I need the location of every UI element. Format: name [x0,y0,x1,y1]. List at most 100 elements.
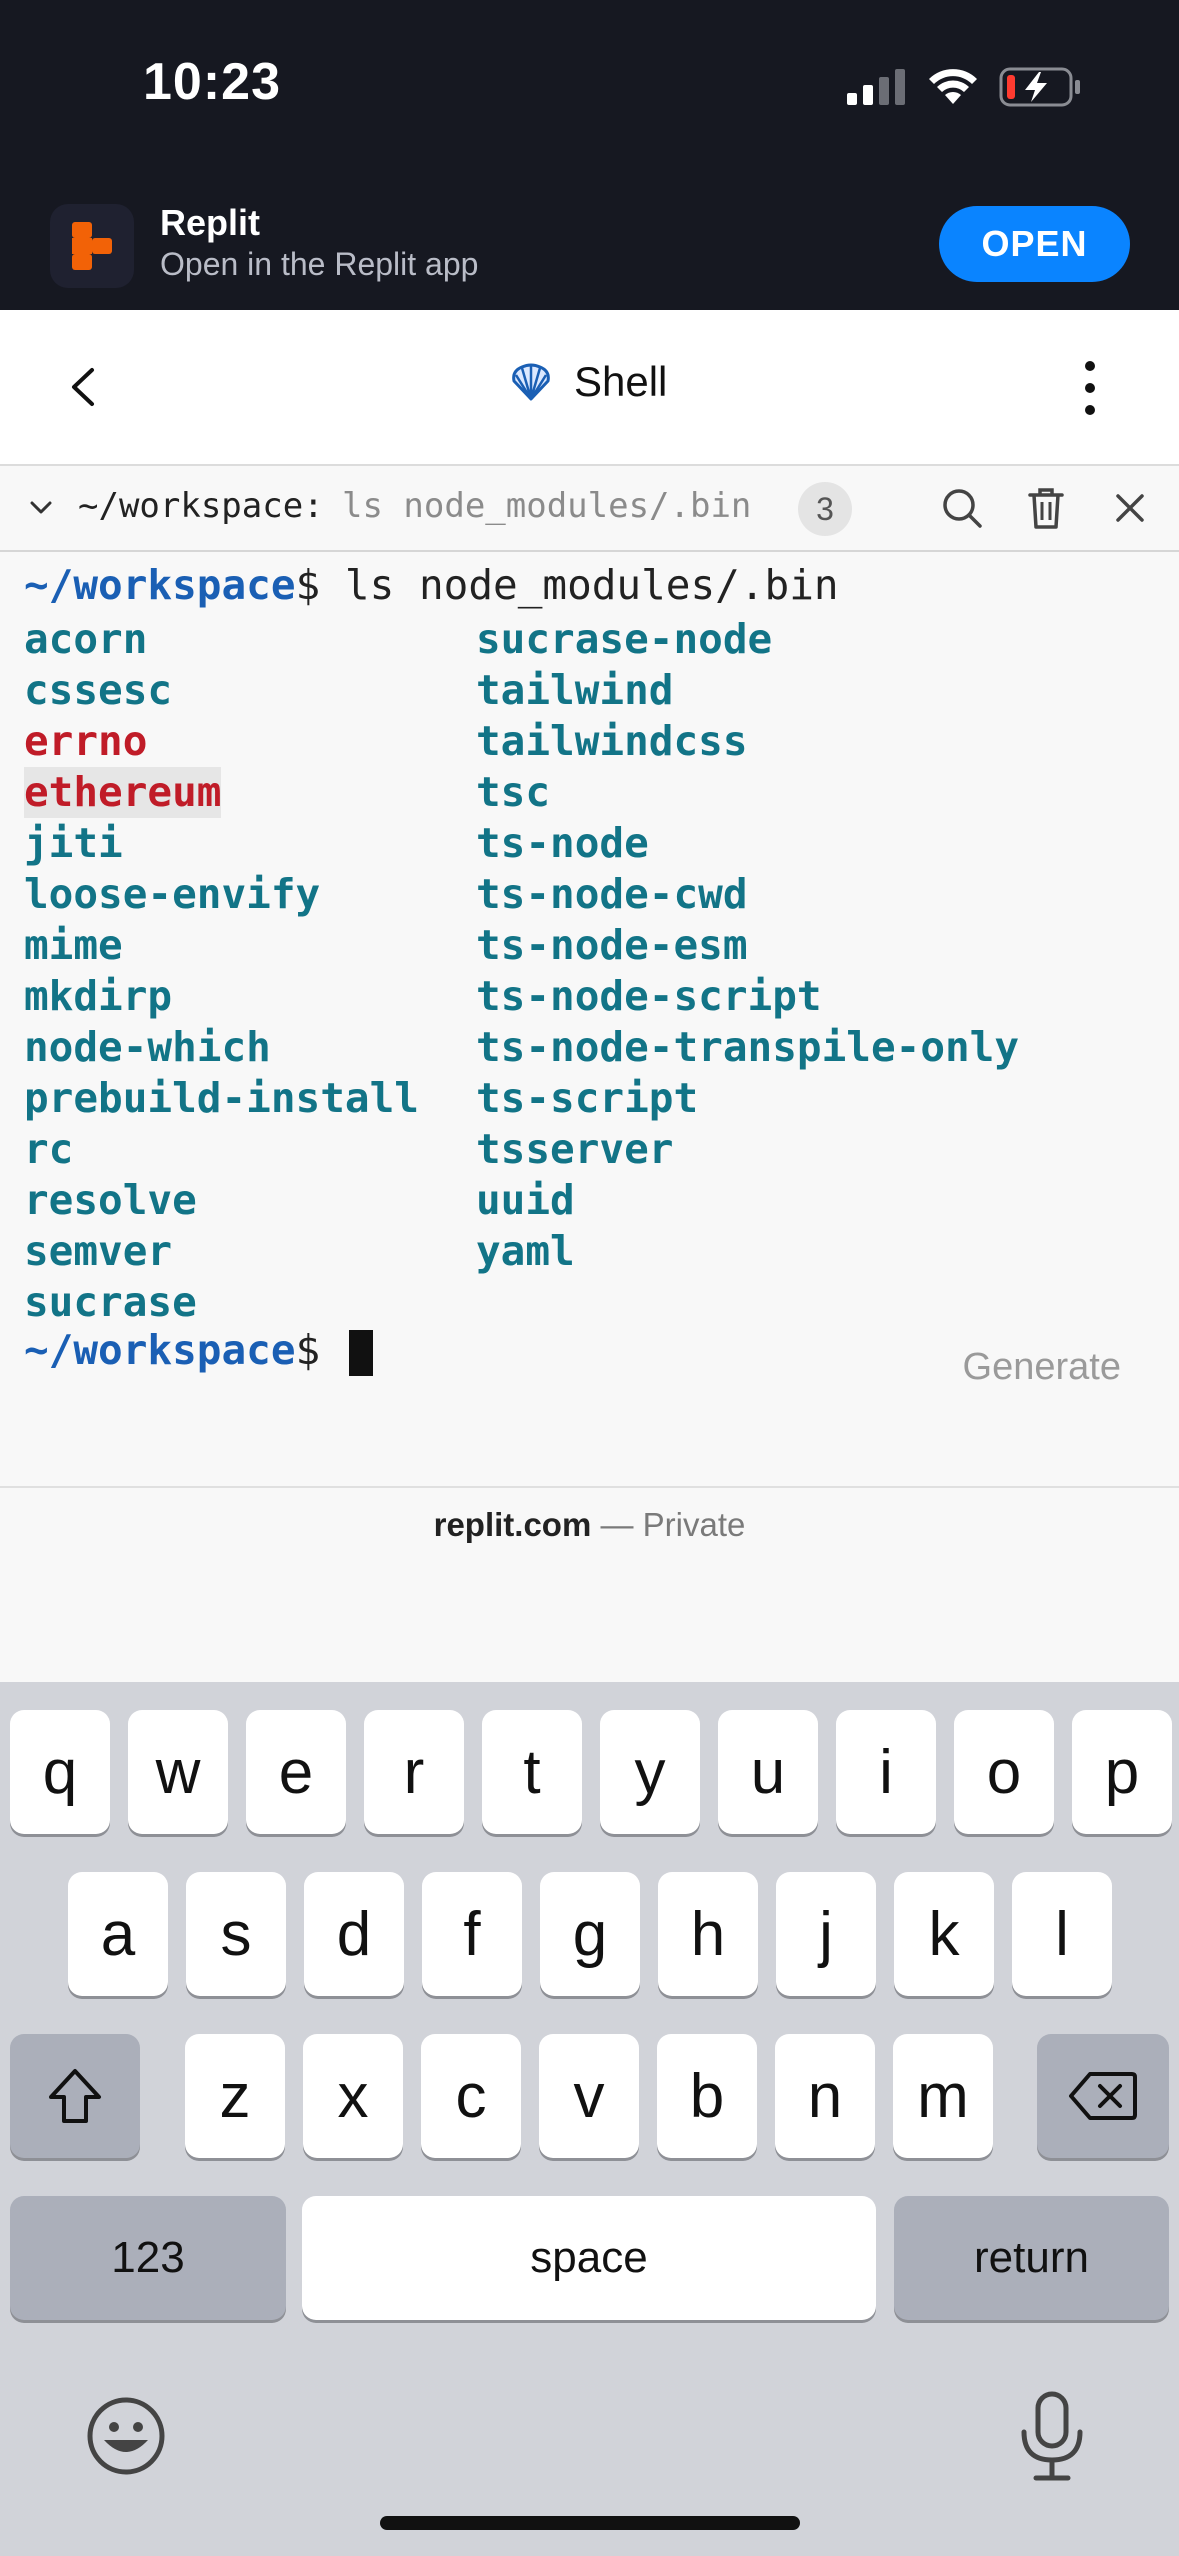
listing-row: cssesc [24,665,419,716]
status-time: 10:23 [143,53,281,111]
key-e[interactable]: e [246,1710,346,1834]
key-u[interactable]: u [718,1710,818,1834]
space-key[interactable]: space [302,2196,876,2320]
domain-separator: — [600,1506,634,1543]
listing-row: mkdirp [24,971,419,1022]
status-bar: 10:23 [0,0,1179,190]
listing-row: loose-envify [24,869,419,920]
key-b[interactable]: b [657,2034,757,2158]
listing-item: tailwindcss [476,717,748,765]
key-r[interactable]: r [364,1710,464,1834]
trash-icon[interactable] [1022,484,1070,532]
listing-item: loose-envify [24,870,321,918]
backspace-icon [1069,2072,1137,2120]
listing-column-1: acorn cssesc errno ethereum jiti loose-envify… [24,614,419,1328]
key-i[interactable]: i [836,1710,936,1834]
listing-item: prebuild-install [24,1074,419,1122]
listing-row: ethereum [24,767,419,818]
key-p[interactable]: p [1072,1710,1172,1834]
listing-item: jiti [24,819,123,867]
emoji-icon[interactable] [84,2394,168,2478]
generate-button[interactable]: Generate [963,1346,1121,1389]
listing-row: ts-node-esm [476,920,1019,971]
listing-row: ts-node-transpile-only [476,1022,1019,1073]
on-screen-keyboard: 123 space return qwertyuiop asdfghjkl zxcv… [0,1682,1179,2556]
shift-key[interactable] [10,2034,140,2158]
key-m[interactable]: m [893,2034,993,2158]
listing-item: node-which [24,1023,271,1071]
key-d[interactable]: d [304,1872,404,1996]
listing-item: resolve [24,1176,197,1224]
listing-row: sucrase-node [476,614,1019,665]
terminal-toolbar: ~/workspace: ls node_modules/.bin 3 [0,466,1179,552]
listing-item: semver [24,1227,173,1275]
replit-logo [50,204,134,288]
listing-row: resolve [24,1175,419,1226]
key-n[interactable]: n [775,2034,875,2158]
home-indicator [380,2516,800,2530]
back-icon[interactable] [60,362,110,412]
nav-header: Shell [0,310,1179,466]
listing-item: tsc [476,768,551,816]
return-key[interactable]: return [894,2196,1169,2320]
shift-icon [49,2069,101,2123]
listing-item: yaml [476,1227,575,1275]
text-cursor [348,1330,373,1376]
listing-row: uuid [476,1175,1019,1226]
listing-item: ts-node-script [476,972,822,1020]
toolbar-count-badge: 3 [798,482,852,536]
key-v[interactable]: v [539,2034,639,2158]
listing-item: ts-node-esm [476,921,748,969]
search-icon[interactable] [938,484,986,532]
key-z[interactable]: z [185,2034,285,2158]
listing-row: tsserver [476,1124,1019,1175]
terminal-output[interactable]: ~/workspace$ ls node_modules/.bin acorn c… [0,552,1179,1486]
key-a[interactable]: a [68,1872,168,1996]
more-options-icon[interactable] [1070,358,1110,418]
listing-row: acorn [24,614,419,665]
key-h[interactable]: h [658,1872,758,1996]
listing-item: tailwind [476,666,674,714]
key-q[interactable]: q [10,1710,110,1834]
command-line: ~/workspace$ ls node_modules/.bin [24,560,839,611]
key-f[interactable]: f [422,1872,522,1996]
banner-subtitle: Open in the Replit app [160,246,479,282]
nav-title: Shell [508,358,667,406]
listing-row: rc [24,1124,419,1175]
listing-item: errno [24,717,148,765]
listing-item: rc [24,1125,74,1173]
chevron-down-icon[interactable] [24,490,58,524]
listing-row: ts-node-script [476,971,1019,1022]
domain-line: replit.com — Private [0,1506,1179,1544]
listing-item: ts-script [476,1074,699,1122]
listing-row: semver [24,1226,419,1277]
key-s[interactable]: s [186,1872,286,1996]
key-k[interactable]: k [894,1872,994,1996]
key-w[interactable]: w [128,1710,228,1834]
listing-row: ts-node [476,818,1019,869]
key-x[interactable]: x [303,2034,403,2158]
key-y[interactable]: y [600,1710,700,1834]
listing-row: mime [24,920,419,971]
listing-row: ts-node-cwd [476,869,1019,920]
banner-app-name: Replit [160,202,261,243]
numbers-key[interactable]: 123 [10,2196,286,2320]
privacy-label: Private [642,1506,746,1543]
battery-charging-icon [999,67,1080,107]
replit-logo-icon [72,222,112,270]
key-o[interactable]: o [954,1710,1054,1834]
key-l[interactable]: l [1012,1872,1112,1996]
listing-item: sucrase [24,1278,197,1326]
microphone-icon[interactable] [1010,2388,1094,2484]
toolbar-command: ls node_modules/.bin [342,486,752,526]
delete-key[interactable] [1037,2034,1169,2158]
open-app-button[interactable]: OPEN [939,206,1130,282]
key-g[interactable]: g [540,1872,640,1996]
close-icon[interactable] [1106,484,1154,532]
key-t[interactable]: t [482,1710,582,1834]
listing-row: tailwindcss [476,716,1019,767]
key-c[interactable]: c [421,2034,521,2158]
prompt-symbol: $ [295,561,321,609]
current-prompt-line: ~/workspace$ [24,1325,373,1376]
key-j[interactable]: j [776,1872,876,1996]
